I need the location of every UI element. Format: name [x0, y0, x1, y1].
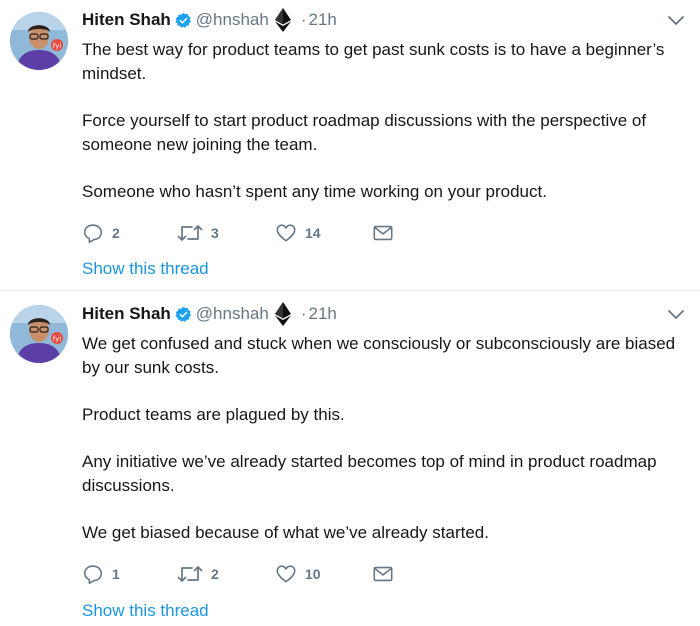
- show-thread-link[interactable]: Show this thread: [82, 259, 209, 279]
- reply-button[interactable]: 1: [82, 562, 120, 586]
- separator-dot: ·: [300, 10, 307, 29]
- retweet-icon: [177, 566, 203, 582]
- retweet-button[interactable]: 3: [177, 221, 219, 245]
- svg-text:fyi: fyi: [53, 42, 61, 50]
- tweet-paragraph: We get confused and stuck when we consci…: [82, 334, 676, 377]
- verified-badge-icon: [175, 306, 192, 323]
- author-handle[interactable]: @hnshah: [196, 10, 269, 30]
- tweet-paragraph: We get biased because of what we’ve alre…: [82, 523, 489, 542]
- ethereum-icon: [274, 8, 291, 32]
- tweet-paragraph: Product teams are plagued by this.: [82, 405, 345, 424]
- direct-message-button[interactable]: [372, 221, 394, 245]
- like-count: 10: [305, 566, 321, 582]
- like-button[interactable]: 14: [275, 221, 321, 245]
- tweet-paragraph: Someone who hasn’t spent any time workin…: [82, 182, 547, 201]
- reply-button[interactable]: 2: [82, 221, 120, 245]
- separator-dot: ·: [300, 304, 307, 323]
- timestamp[interactable]: 21h: [309, 10, 337, 30]
- tweet-paragraph: Force yourself to start product roadmap …: [82, 111, 647, 154]
- author-handle[interactable]: @hnshah: [196, 304, 269, 324]
- tweet-header: Hiten Shah @hnshah · 21h: [82, 8, 337, 32]
- reply-icon: [83, 565, 103, 584]
- tweet[interactable]: fyi Hiten Shah @hnshah · 21h The best wa…: [0, 0, 700, 291]
- tweet-text: We get confused and stuck when we consci…: [82, 332, 680, 545]
- reply-count: 2: [112, 225, 120, 241]
- verified-badge-icon: [175, 12, 192, 29]
- svg-text:fyi: fyi: [53, 335, 61, 343]
- direct-message-button[interactable]: [372, 562, 394, 586]
- tweet-paragraph: Any initiative we’ve already started bec…: [82, 452, 657, 495]
- show-thread-link[interactable]: Show this thread: [82, 601, 209, 621]
- retweet-button[interactable]: 2: [177, 562, 219, 586]
- tweet-paragraph: The best way for product teams to get pa…: [82, 40, 665, 83]
- envelope-icon: [373, 566, 393, 582]
- author-name[interactable]: Hiten Shah: [82, 10, 171, 30]
- heart-icon: [276, 224, 296, 242]
- heart-icon: [276, 565, 296, 583]
- retweet-icon: [177, 225, 203, 241]
- chevron-down-icon[interactable]: [668, 16, 684, 26]
- reply-icon: [83, 224, 103, 243]
- tweet-text: The best way for product teams to get pa…: [82, 38, 680, 204]
- retweet-count: 3: [211, 225, 219, 241]
- chevron-down-icon[interactable]: [668, 310, 684, 320]
- envelope-icon: [373, 225, 393, 241]
- timestamp[interactable]: 21h: [309, 304, 337, 324]
- reply-count: 1: [112, 566, 120, 582]
- avatar[interactable]: fyi: [10, 305, 68, 363]
- avatar[interactable]: fyi: [10, 12, 68, 70]
- retweet-count: 2: [211, 566, 219, 582]
- author-name[interactable]: Hiten Shah: [82, 304, 171, 324]
- like-button[interactable]: 10: [275, 562, 321, 586]
- tweet-actions: 2 3 14: [82, 221, 402, 245]
- tweet-header: Hiten Shah @hnshah · 21h: [82, 302, 337, 326]
- tweet-actions: 1 2 10: [82, 562, 402, 586]
- ethereum-icon: [274, 302, 291, 326]
- like-count: 14: [305, 225, 321, 241]
- tweet[interactable]: fyi Hiten Shah @hnshah · 21h We get conf…: [0, 291, 700, 626]
